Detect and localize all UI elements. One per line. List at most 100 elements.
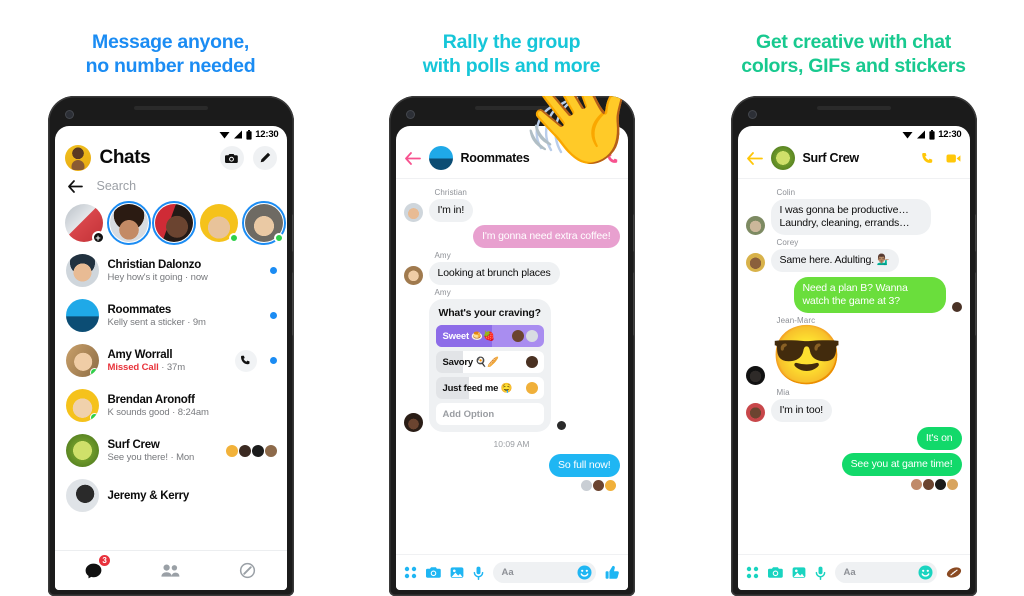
message-bubble[interactable]: So full now!	[549, 454, 620, 477]
gallery-icon[interactable]	[450, 566, 464, 579]
avatar	[65, 254, 99, 287]
message-bubble[interactable]: See you at game time!	[841, 453, 962, 476]
page-title: Chats	[99, 147, 151, 168]
sticker-row: 😎	[745, 327, 962, 385]
story-your-story[interactable]: +	[64, 204, 105, 244]
avatar	[403, 203, 423, 222]
video-camera-icon[interactable]	[946, 153, 961, 164]
wifi-icon	[219, 132, 230, 139]
message-bubble[interactable]: Same here. Adulting. 💁🏽‍♂️	[770, 249, 899, 272]
status-bar-1: 12:30	[55, 126, 287, 143]
message-composer-3[interactable]: Aa	[737, 554, 970, 590]
message-bubble[interactable]: Need a plan B? Wanna watch the game at 3…	[793, 277, 946, 313]
back-arrow-icon[interactable]	[746, 151, 763, 165]
tab-people[interactable]	[146, 556, 194, 586]
bottom-tab-bar[interactable]: 3	[54, 550, 287, 590]
status-bar-3: 12:30	[738, 126, 970, 143]
chat-list-item[interactable]: Surf Crew See you there! · Mon	[55, 428, 287, 473]
thread-avatar[interactable]	[428, 146, 453, 170]
power-button[interactable]	[632, 214, 635, 252]
phone-call-icon[interactable]	[606, 152, 619, 165]
football-sticker-icon[interactable]	[946, 566, 962, 579]
smiley-icon[interactable]	[918, 565, 933, 580]
microphone-icon[interactable]	[473, 566, 484, 580]
volume-button[interactable]	[291, 272, 294, 336]
message-bubble[interactable]: I was gonna be productive… Laundry, clea…	[770, 199, 931, 235]
back-arrow-icon[interactable]	[67, 179, 83, 193]
poll-option[interactable]: Savory 🍳🥖	[435, 351, 544, 373]
poll-card[interactable]: What's your craving? Sweet 🍮🍓 Savory 🍳🥖	[428, 299, 551, 432]
message-bubble[interactable]: I'm gonna need extra coffee!	[473, 225, 620, 248]
message-bubble[interactable]: It's on	[916, 427, 962, 450]
story-item-2[interactable]	[151, 201, 196, 245]
search-input[interactable]: Search	[97, 179, 137, 193]
avatar	[745, 216, 765, 235]
power-button[interactable]	[974, 214, 977, 252]
headline-1: Message anyone, no number needed	[0, 30, 341, 78]
stories-row[interactable]: +	[55, 201, 287, 248]
power-button[interactable]	[291, 214, 294, 252]
online-indicator	[228, 233, 239, 243]
message-row: So full now!	[404, 454, 620, 477]
seen-by-avatars	[225, 444, 277, 457]
front-camera-icon	[406, 111, 414, 118]
compose-button[interactable]	[252, 146, 277, 170]
story-item-3[interactable]	[199, 204, 239, 243]
poll-add-option[interactable]: Add Option	[435, 403, 544, 425]
poll-option[interactable]: Sweet 🍮🍓	[435, 325, 544, 347]
camera-icon[interactable]	[425, 566, 441, 579]
thumbs-up-icon[interactable]	[605, 565, 620, 580]
sticker-message[interactable]: 😎	[771, 327, 843, 385]
chat-list-item[interactable]: Roommates Kelly sent a sticker · 9m	[55, 293, 287, 338]
message-bubble[interactable]: I'm in too!	[770, 399, 833, 422]
chat-list[interactable]: Christian Dalonzo Hey how's it going · n…	[55, 248, 287, 518]
smiley-icon[interactable]	[577, 565, 592, 580]
poll-option[interactable]: Just feed me 🤤	[435, 377, 544, 399]
earpiece-speaker	[816, 106, 891, 110]
chat-preview-missed: Missed Call · 37m	[107, 361, 186, 373]
chat-list-item[interactable]: Christian Dalonzo Hey how's it going · n…	[55, 248, 287, 293]
message-row: See you at game time!	[746, 453, 962, 476]
message-composer-2[interactable]: Aa	[395, 554, 628, 590]
my-avatar[interactable]	[64, 145, 91, 171]
tab-chats[interactable]: 3	[69, 553, 117, 586]
front-camera-icon	[65, 111, 73, 118]
add-story-plus-icon[interactable]: +	[91, 231, 105, 244]
signal-icon	[917, 130, 926, 139]
call-back-button[interactable]	[234, 349, 257, 372]
camera-button[interactable]	[219, 146, 244, 170]
panel-chat-colors: Get creative with chat colors, GIFs and …	[683, 0, 1024, 596]
avatar	[403, 413, 423, 432]
compose-pencil-icon	[260, 152, 270, 163]
status-time: 12:30	[255, 129, 279, 140]
microphone-icon[interactable]	[815, 566, 826, 580]
poll-voters	[511, 330, 538, 342]
message-bubble[interactable]: I'm in!	[428, 199, 474, 222]
volume-button[interactable]	[974, 272, 977, 336]
chat-list-item[interactable]: Amy Worrall Missed Call · 37m	[55, 338, 287, 383]
chat-list-item[interactable]: Brendan Aronoff K sounds good · 8:24am	[55, 383, 287, 428]
message-bubble[interactable]: Looking at brunch places	[428, 262, 560, 285]
poll-voters	[525, 382, 538, 394]
message-row: I'm in too!	[745, 399, 962, 422]
message-input[interactable]: Aa	[492, 562, 596, 583]
thread-avatar[interactable]	[770, 146, 795, 170]
tab-discover[interactable]	[224, 556, 272, 586]
message-input[interactable]: Aa	[834, 562, 937, 583]
story-item-4[interactable]	[241, 201, 286, 245]
unread-indicator	[269, 267, 277, 274]
camera-icon	[225, 153, 238, 163]
story-item-1[interactable]	[106, 201, 151, 245]
panel-polls: Rally the group with polls and more 12:3…	[341, 0, 682, 596]
apps-grid-icon[interactable]	[746, 566, 759, 579]
camera-icon[interactable]	[767, 566, 783, 579]
volume-button[interactable]	[632, 272, 635, 336]
phone-call-icon[interactable]	[921, 152, 934, 165]
phone-call-icon	[241, 355, 250, 365]
chat-list-item[interactable]: Jeremy & Kerry	[55, 473, 287, 518]
back-arrow-icon[interactable]	[404, 151, 421, 165]
search-bar[interactable]: Search	[55, 177, 287, 201]
chat-bubble-icon	[85, 563, 102, 578]
apps-grid-icon[interactable]	[404, 566, 417, 579]
gallery-icon[interactable]	[792, 566, 806, 579]
